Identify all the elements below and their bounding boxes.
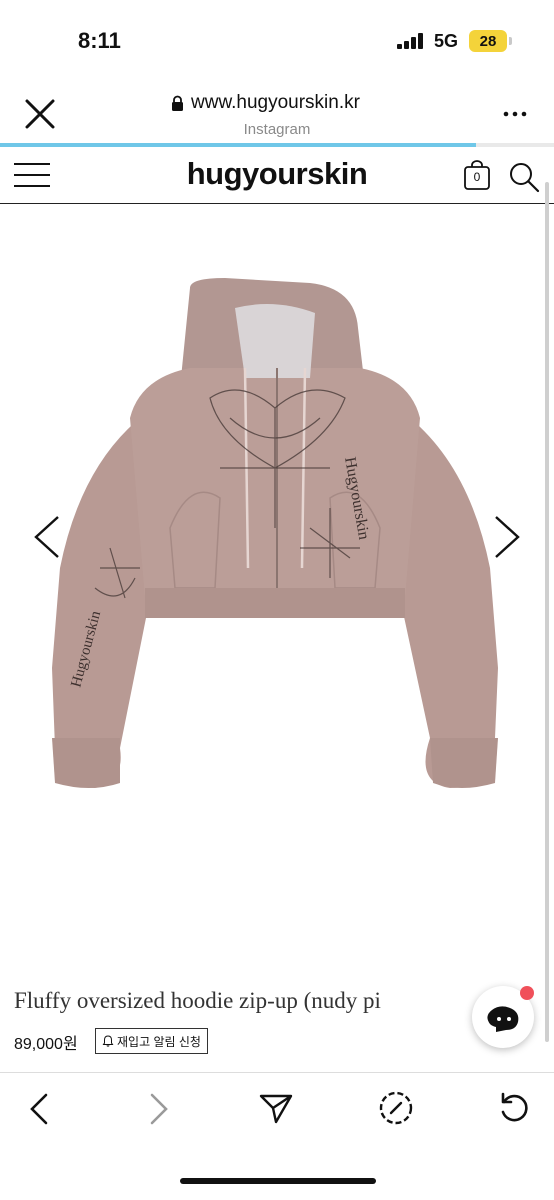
battery-indicator: 28 <box>469 30 507 52</box>
scrollbar[interactable] <box>545 182 549 1042</box>
network-type: 5G <box>434 31 459 51</box>
product-image: Hugyourskin Hugyourskin <box>52 278 498 788</box>
back-icon[interactable] <box>24 1092 56 1126</box>
header-divider <box>0 203 554 204</box>
chevron-left-icon[interactable] <box>30 514 64 560</box>
product-price: 89,000원 <box>14 1036 78 1053</box>
status-time: 8:11 <box>78 28 121 53</box>
load-progress-track <box>476 143 554 147</box>
restock-notify-button[interactable]: 재입고 알림 신청 <box>95 1028 208 1054</box>
cart-count: 0 <box>473 170 481 184</box>
bell-icon <box>102 1035 114 1047</box>
toolbar-divider <box>0 1072 554 1073</box>
home-indicator <box>180 1178 376 1184</box>
forward-icon[interactable] <box>142 1092 174 1126</box>
share-icon[interactable] <box>258 1090 294 1126</box>
signal-icon <box>397 33 423 49</box>
more-icon[interactable] <box>500 104 530 124</box>
lock-icon <box>172 95 183 111</box>
load-progress-bar <box>0 143 476 147</box>
restock-notify-label: 재입고 알림 신청 <box>117 1034 201 1049</box>
chevron-right-icon[interactable] <box>490 514 524 560</box>
product-title: Fluffy oversized hoodie zip-up (nudy pi <box>14 988 381 1013</box>
reload-icon[interactable] <box>496 1090 532 1126</box>
url-text[interactable]: www.hugyourskin.kr <box>191 92 360 114</box>
url-source: Instagram <box>243 121 311 138</box>
compass-icon[interactable] <box>378 1090 414 1126</box>
notification-dot <box>520 986 534 1000</box>
search-icon[interactable] <box>508 161 540 193</box>
battery-tip <box>509 37 512 45</box>
